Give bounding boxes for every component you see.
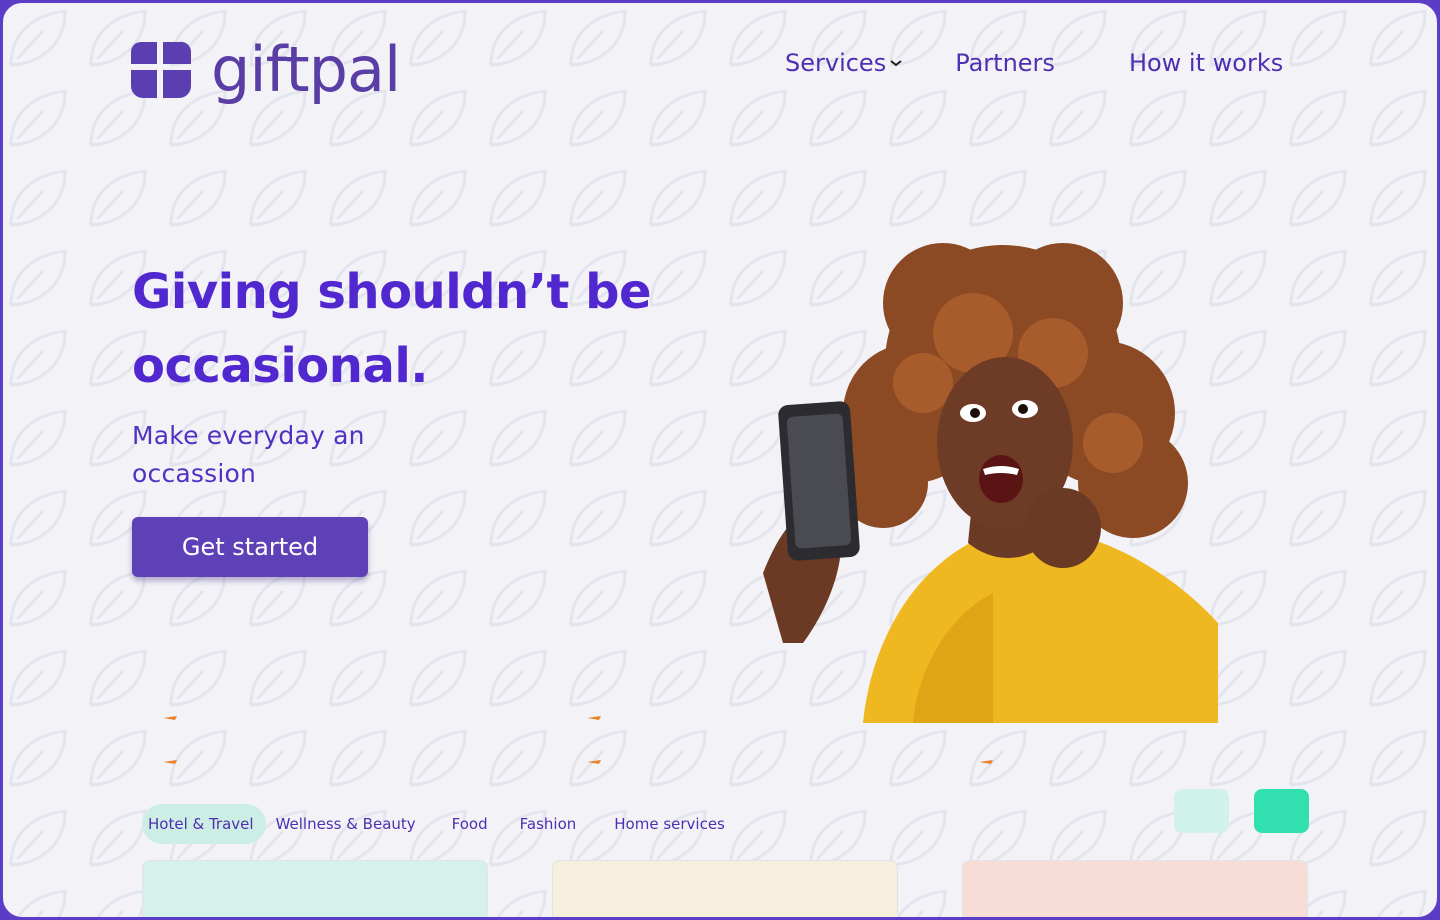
- confetti-icon: [587, 716, 601, 720]
- hero-subtitle: Make everyday an occassion: [132, 421, 365, 488]
- category-tabs: Hotel & Travel Wellness & Beauty Food Fa…: [142, 804, 725, 844]
- page-frame: giftpal Services Partners How it works G…: [0, 0, 1440, 920]
- tab-hotel-travel[interactable]: Hotel & Travel: [142, 804, 266, 844]
- confetti-icon: [587, 760, 601, 764]
- brand-logo[interactable]: giftpal: [129, 33, 401, 106]
- chevron-down-icon: [890, 60, 902, 67]
- get-started-button[interactable]: Get started: [132, 517, 368, 577]
- tab-wellness-beauty[interactable]: Wellness & Beauty: [276, 804, 416, 844]
- tab-food[interactable]: Food: [452, 804, 488, 844]
- category-card[interactable]: [552, 860, 898, 917]
- category-card[interactable]: [962, 860, 1308, 917]
- nav-services-label: Services: [785, 49, 887, 77]
- hero-image: [763, 243, 1218, 723]
- carousel-prev-button[interactable]: [1174, 789, 1229, 833]
- carousel-next-button[interactable]: [1254, 789, 1309, 833]
- nav-how-it-works[interactable]: How it works: [1129, 49, 1283, 77]
- tab-home-services[interactable]: Home services: [614, 804, 725, 844]
- confetti-icon: [163, 760, 177, 764]
- nav-services[interactable]: Services: [785, 49, 903, 77]
- confetti-icon: [163, 716, 177, 720]
- brand-name: giftpal: [211, 33, 401, 106]
- category-card[interactable]: [142, 860, 488, 917]
- giftpal-logo-icon: [131, 41, 192, 98]
- hero-title: Giving shouldn’t be occasional.: [132, 264, 652, 394]
- tab-fashion[interactable]: Fashion: [520, 804, 577, 844]
- main-nav: Services Partners How it works: [785, 49, 1283, 77]
- confetti-icon: [979, 760, 993, 764]
- nav-partners[interactable]: Partners: [955, 49, 1055, 77]
